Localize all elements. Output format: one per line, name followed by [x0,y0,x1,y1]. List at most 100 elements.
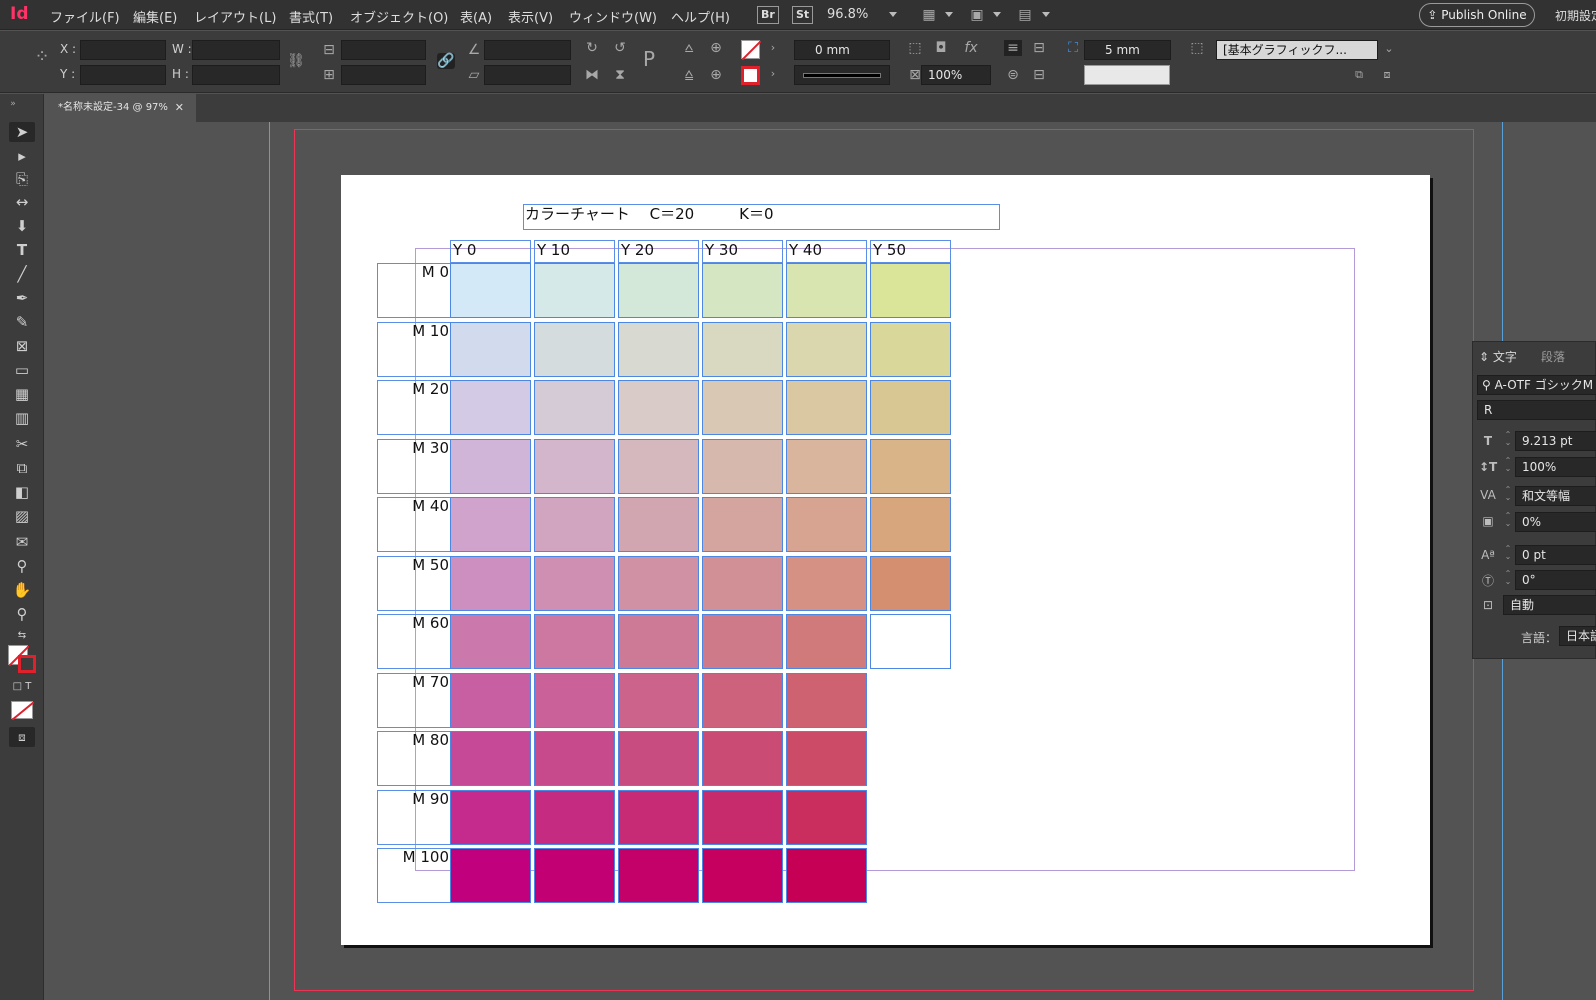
text-wrap-none-icon[interactable]: ≡ [1004,40,1022,56]
stroke-swatch-icon[interactable] [741,66,760,85]
menu-file[interactable]: ファイル(F) [50,7,120,26]
x-field[interactable] [80,40,166,60]
color-swatch[interactable] [786,380,867,435]
tsume-field[interactable]: 0% [1515,512,1596,532]
color-swatch[interactable] [534,380,615,435]
swatch-preview[interactable] [1084,65,1170,85]
color-swatch[interactable] [786,322,867,377]
table-tool-icon[interactable]: ▦ [9,384,35,404]
row-label[interactable]: M 70 [377,673,451,728]
leading-stepper[interactable]: ⌃ ⌄ [1503,457,1513,473]
free-transform-tool-icon[interactable]: ⧉ [9,458,35,478]
kerning-stepper[interactable]: ⌃ ⌄ [1503,486,1513,502]
color-swatch[interactable] [534,673,615,728]
menu-table[interactable]: 表(A) [460,7,492,26]
font-style-field[interactable]: R [1477,400,1596,420]
color-swatch[interactable] [618,497,699,552]
color-swatch[interactable] [450,731,531,786]
color-swatch[interactable] [534,322,615,377]
object-style-select[interactable]: [基本グラフィックフ... [1216,40,1378,60]
color-swatch[interactable] [450,556,531,611]
formatting-container-icon[interactable]: □ T [9,677,35,697]
gradient-swatch-tool-icon[interactable]: ◧ [9,482,35,502]
color-swatch[interactable] [702,673,783,728]
color-swatch[interactable] [534,263,615,318]
text-wrap-box-icon[interactable]: ⊟ [1030,40,1048,56]
column-header[interactable]: Y 50 [870,240,951,263]
rotate-cw-icon[interactable]: ↻ [583,40,601,56]
color-swatch[interactable] [534,848,615,903]
color-swatch[interactable] [450,380,531,435]
selection-tool-icon[interactable]: ➤ [9,122,35,142]
apply-none-icon[interactable] [11,701,35,721]
color-swatch[interactable] [786,263,867,318]
color-swatch[interactable] [702,614,783,669]
color-swatch[interactable] [534,790,615,845]
opacity-field[interactable]: 100% [921,65,991,85]
color-swatch[interactable] [618,380,699,435]
zoom-dropdown-icon[interactable] [889,12,897,17]
stroke-color-icon[interactable] [18,655,36,673]
color-swatch[interactable] [786,848,867,903]
color-swatch[interactable] [702,731,783,786]
stroke-weight-field[interactable]: 0 mm [794,40,890,60]
hand-tool-icon[interactable]: ✋ [9,580,35,600]
leading-field[interactable]: 100% [1515,457,1596,477]
constrain-proportions-icon[interactable]: ⛓ [287,53,305,69]
row-label[interactable]: M 20 [377,380,451,435]
eyedropper-tool-icon[interactable]: ⚲ [9,556,35,576]
color-swatch[interactable] [786,790,867,845]
gradient-feather-tool-icon[interactable]: ▨ [9,506,35,526]
color-swatch[interactable] [870,497,951,552]
color-swatch[interactable] [702,556,783,611]
color-swatch[interactable] [870,614,951,669]
scissors-tool-icon[interactable]: ✂ [9,434,35,454]
document-tab[interactable]: *名称未設定-34 @ 97% ✕ [44,94,196,122]
select-previous-icon[interactable]: ⊕ [707,40,725,56]
color-swatch[interactable] [450,497,531,552]
row-label[interactable]: M 80 [377,731,451,786]
menu-layout[interactable]: レイアウト(L) [194,7,276,26]
color-swatch[interactable] [618,673,699,728]
bridge-button[interactable]: Br [757,6,779,24]
menu-view[interactable]: 表示(V) [508,7,553,26]
clear-overrides-icon[interactable]: ⧉ [1350,67,1368,83]
color-swatch[interactable] [618,556,699,611]
color-swatch[interactable] [870,439,951,494]
y-field[interactable] [80,65,166,85]
color-swatch[interactable] [450,848,531,903]
baseline-stepper[interactable]: ⌃ ⌄ [1503,545,1513,561]
kerning-field[interactable]: 和文等幅 [1515,486,1596,506]
rectangle-tool-icon[interactable]: ▭ [9,360,35,380]
color-swatch[interactable] [786,731,867,786]
row-label[interactable]: M 60 [377,614,451,669]
width-field[interactable] [192,40,280,60]
tab-character[interactable]: ⇕ 文字 [1479,348,1517,365]
rotation-stepper[interactable]: ⌃ ⌄ [1503,570,1513,586]
object-style-dropdown-icon[interactable]: ⌄ [1380,41,1398,57]
color-swatch[interactable] [618,790,699,845]
menu-type[interactable]: 書式(T) [289,7,333,26]
color-swatch[interactable] [870,556,951,611]
stroke-dropdown-icon[interactable]: › [764,66,782,82]
menu-object[interactable]: オブジェクト(O) [350,7,448,26]
color-swatch[interactable] [870,322,951,377]
page-tool-icon[interactable]: ⎘ [9,169,35,189]
pencil-tool-icon[interactable]: ✎ [9,312,35,332]
collapse-panel-icon[interactable]: » [4,96,22,112]
type-tool-icon[interactable]: T [9,240,35,260]
rotate-field[interactable] [484,40,571,60]
text-wrap-jump-icon[interactable]: ⊟ [1030,67,1048,83]
row-label[interactable]: M 50 [377,556,451,611]
color-swatch[interactable] [450,439,531,494]
drop-shadow-icon[interactable]: ◘ [932,40,950,56]
flip-vertical-icon[interactable]: ⧗ [611,67,629,83]
language-field[interactable]: 日本語 [1559,626,1596,646]
publish-online-button[interactable]: ⇪ Publish Online [1419,3,1535,27]
corner-options-icon[interactable]: ⬚ [906,40,924,56]
row-label[interactable]: M 100 [377,848,451,903]
tsume-stepper[interactable]: ⌃ ⌄ [1503,512,1513,528]
fill-dropdown-icon[interactable]: › [764,40,782,56]
auto-fit-icon[interactable]: ⛶ [1064,40,1082,56]
stock-button[interactable]: St [792,6,814,24]
